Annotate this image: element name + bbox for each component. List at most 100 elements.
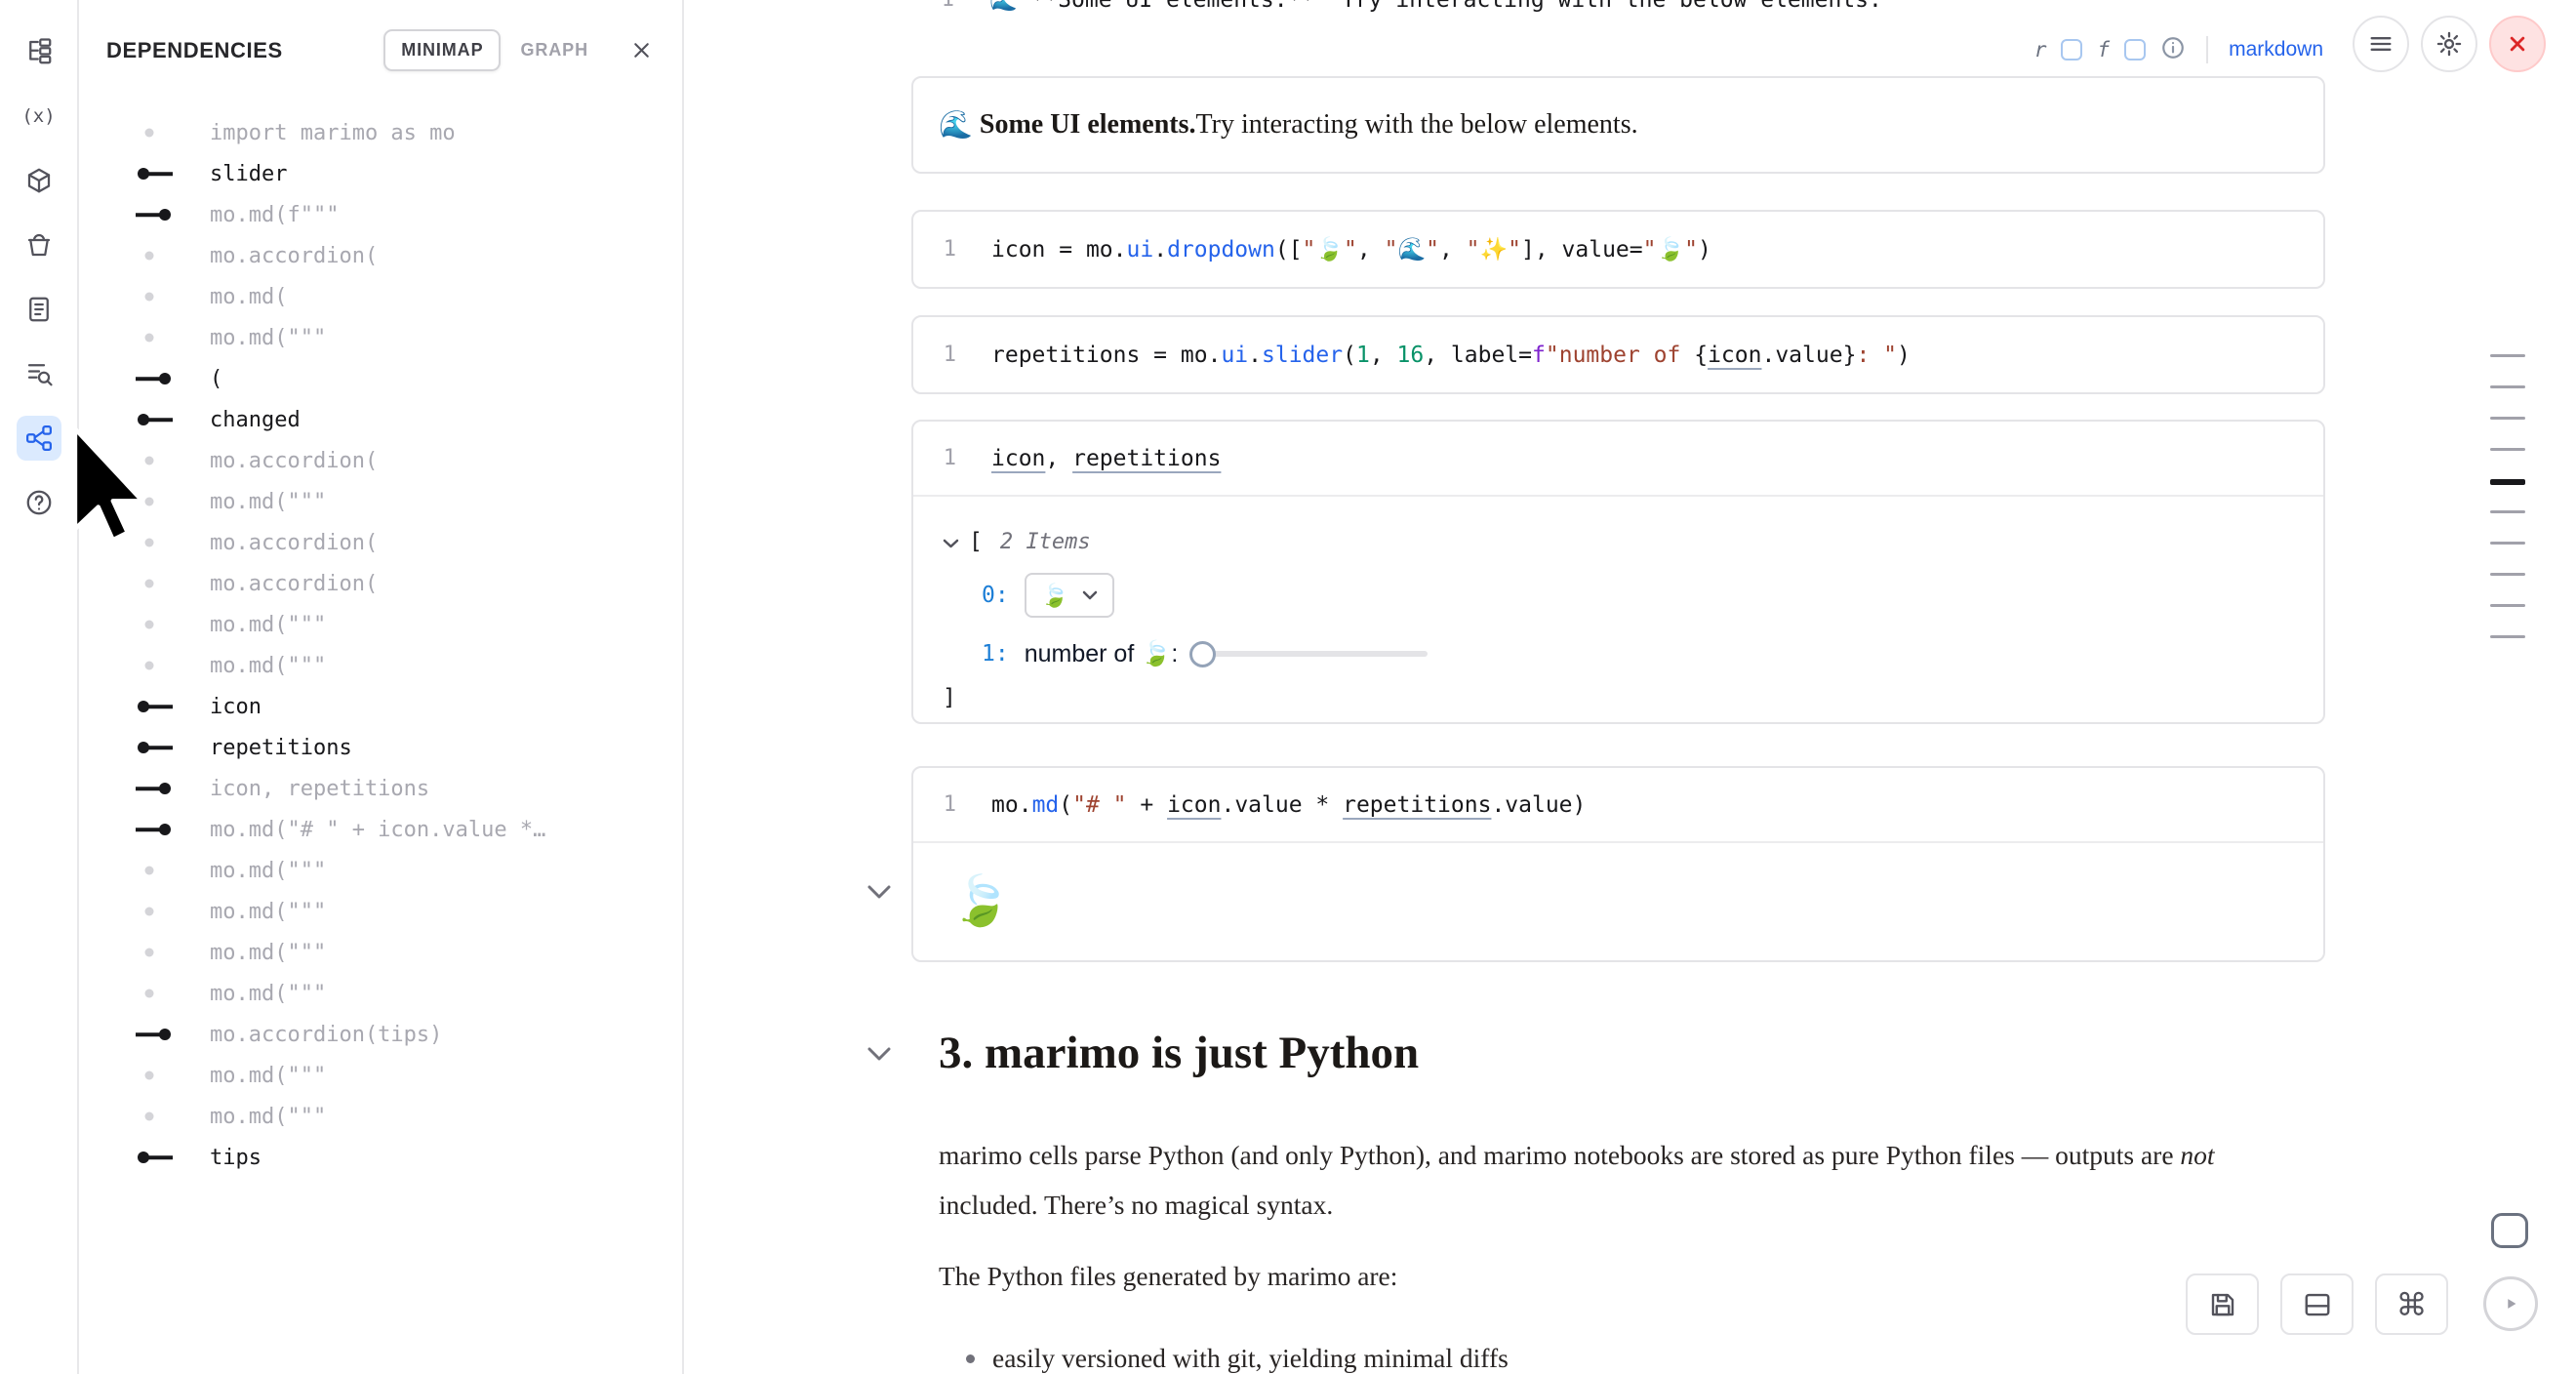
raw-toggle-checkbox[interactable] <box>2061 39 2082 61</box>
documentation-icon[interactable] <box>17 287 61 332</box>
minimap-dash[interactable] <box>2490 510 2525 513</box>
code-token: ) <box>1698 237 1711 263</box>
dependency-item[interactable]: mo.md(""" <box>79 932 682 973</box>
code-line[interactable]: 1 repetitions = mo.ui.slider(1, 16, labe… <box>913 317 2323 392</box>
dependency-marker-icon <box>118 194 210 235</box>
dependency-marker-icon <box>118 440 210 481</box>
dependency-marker-icon <box>118 153 210 194</box>
minimap-dash[interactable] <box>2490 385 2525 388</box>
dependency-item[interactable]: mo.md(""" <box>79 317 682 358</box>
command-palette-button[interactable]: ⌘ <box>2375 1273 2448 1335</box>
dependency-item[interactable]: mo.accordion(tips) <box>79 1014 682 1055</box>
shutdown-button[interactable] <box>2489 16 2546 72</box>
markdown-mode-label[interactable]: markdown <box>2229 38 2323 61</box>
dependency-label: mo.md(""" <box>210 941 326 965</box>
tab-graph[interactable]: GRAPH <box>503 29 606 71</box>
code-token: icon <box>991 237 1045 263</box>
bullet-text: easily versioned with git, yielding mini… <box>992 1343 1509 1374</box>
close-panel-button[interactable] <box>622 31 661 70</box>
dependency-item[interactable]: mo.md(""" <box>79 1055 682 1096</box>
file-tree-icon[interactable] <box>17 29 61 74</box>
dependency-item[interactable]: import marimo as mo <box>79 112 682 153</box>
code-token: repetitions <box>991 343 1140 368</box>
logs-search-icon[interactable] <box>17 351 61 396</box>
dependency-item[interactable]: mo.md(""" <box>79 604 682 645</box>
dependency-label: icon <box>210 695 262 719</box>
dependency-label: mo.md(""" <box>210 900 326 924</box>
data-sources-icon[interactable] <box>17 222 61 267</box>
dependency-item[interactable]: mo.md(""" <box>79 1096 682 1137</box>
menu-button[interactable] <box>2353 16 2409 72</box>
layout-button[interactable] <box>2280 1273 2354 1335</box>
dependencies-icon[interactable] <box>17 416 61 461</box>
code-token: ) <box>1573 792 1587 818</box>
slider-knob[interactable] <box>1189 641 1216 667</box>
dependency-item[interactable]: ( <box>79 358 682 399</box>
dependency-label: repetitions <box>210 736 352 760</box>
cell-minimap <box>2490 354 2525 667</box>
frame-outline-button[interactable] <box>2484 1206 2535 1255</box>
slider-widget[interactable] <box>1189 641 1428 667</box>
cell-collapse-chevron-icon[interactable] <box>866 884 892 900</box>
dependency-label: mo.accordion( <box>210 531 378 555</box>
fstring-toggle-checkbox[interactable] <box>2124 39 2146 61</box>
line-number: 1 <box>913 792 956 817</box>
dependency-item[interactable]: mo.accordion( <box>79 235 682 276</box>
dependency-item[interactable]: mo.accordion( <box>79 522 682 563</box>
save-button[interactable] <box>2186 1273 2259 1335</box>
dependency-item[interactable]: tips <box>79 1137 682 1178</box>
slider-track[interactable] <box>1211 651 1428 657</box>
code-line[interactable]: 1 icon = mo.ui.dropdown(["🍃", "🌊", "✨"],… <box>913 212 2323 287</box>
dependency-item[interactable]: mo.md("# " + icon.value *… <box>79 809 682 850</box>
dependency-item[interactable]: mo.accordion( <box>79 563 682 604</box>
code-line[interactable]: 1 mo.md("# " + icon.value * repetitions.… <box>913 768 2323 843</box>
dependency-item[interactable]: changed <box>79 399 682 440</box>
settings-button[interactable] <box>2421 16 2477 72</box>
dependency-item[interactable]: repetitions <box>79 727 682 768</box>
dependency-item[interactable]: slider <box>79 153 682 194</box>
run-button[interactable] <box>2483 1276 2538 1331</box>
info-icon[interactable] <box>2160 35 2186 65</box>
code-token: mo <box>1181 343 1208 368</box>
dropdown-widget[interactable]: 🍃 <box>1025 573 1115 618</box>
dependency-item[interactable]: mo.md(""" <box>79 645 682 686</box>
minimap-dash[interactable] <box>2490 417 2525 420</box>
dependency-item[interactable]: mo.md(""" <box>79 481 682 522</box>
minimap-dash[interactable] <box>2490 354 2525 357</box>
tree-index-0: 0: <box>982 583 1009 608</box>
minimap-dash[interactable] <box>2490 604 2525 607</box>
minimap-dash[interactable] <box>2490 542 2525 545</box>
dependency-item[interactable]: mo.md(""" <box>79 850 682 891</box>
menu-icon <box>2367 30 2395 58</box>
tree-collapse-icon[interactable] <box>943 529 959 554</box>
dependency-item[interactable]: mo.accordion( <box>79 440 682 481</box>
line-number: 1 <box>913 343 956 367</box>
dependency-item[interactable]: mo.md( <box>79 276 682 317</box>
tree-index-1: 1: <box>982 641 1009 667</box>
dependency-item[interactable]: mo.md(""" <box>79 973 682 1014</box>
code-token: icon <box>1708 343 1761 368</box>
dependency-item[interactable]: mo.md(f""" <box>79 194 682 235</box>
minimap-dash[interactable] <box>2490 448 2525 451</box>
markdown-editor-clipped[interactable]: 1 🌊 **Some UI elements.** Try interactin… <box>911 0 2325 16</box>
dependency-label: mo.accordion( <box>210 449 378 473</box>
code-token: + <box>1127 792 1168 818</box>
tab-minimap[interactable]: MINIMAP <box>383 29 501 71</box>
dependency-item[interactable]: icon <box>79 686 682 727</box>
minimap-dash[interactable] <box>2490 573 2525 576</box>
minimap-dash[interactable] <box>2490 479 2525 485</box>
dependency-item[interactable]: icon, repetitions <box>79 768 682 809</box>
code-token: ( <box>1059 792 1072 818</box>
section-collapse-chevron-icon[interactable] <box>866 1046 892 1062</box>
code-token: . <box>1019 792 1032 818</box>
dependency-item[interactable]: mo.md(""" <box>79 891 682 932</box>
dependencies-header: DEPENDENCIES MINIMAP GRAPH <box>79 0 682 71</box>
help-icon[interactable] <box>17 480 61 525</box>
code-line[interactable]: 1 icon, repetitions <box>913 422 2323 497</box>
packages-icon[interactable] <box>17 158 61 203</box>
code-token: md <box>1032 792 1060 818</box>
code-token: . <box>1153 237 1167 263</box>
dependency-label: ( <box>210 367 222 391</box>
variables-icon[interactable]: (x) <box>17 94 61 139</box>
minimap-dash[interactable] <box>2490 635 2525 638</box>
